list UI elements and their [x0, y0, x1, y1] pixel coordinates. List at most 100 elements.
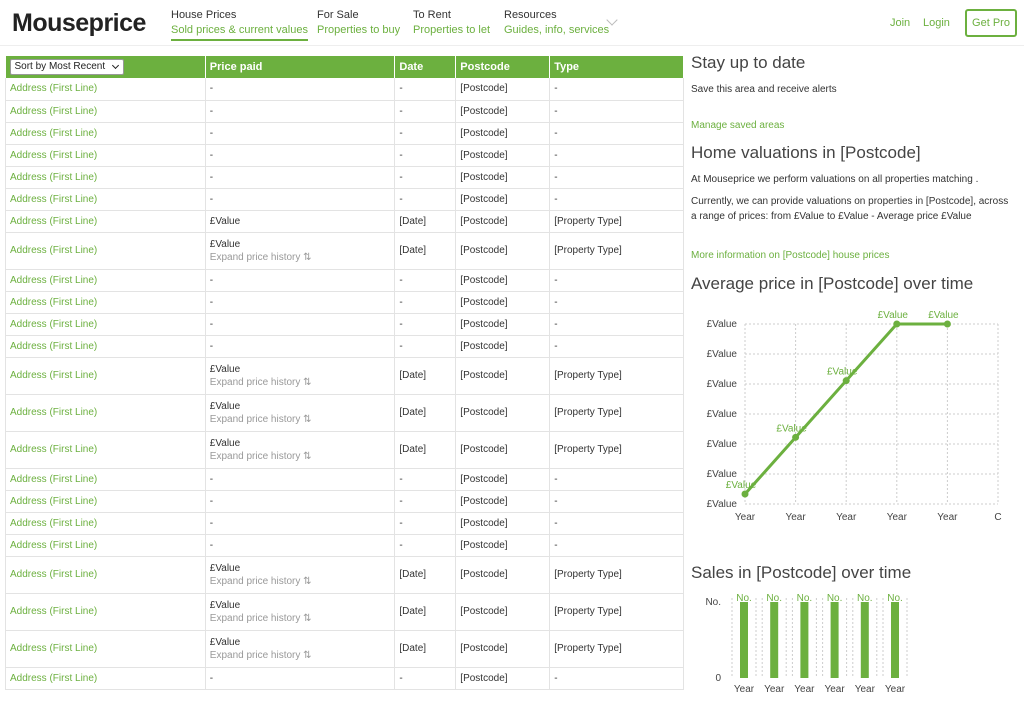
table-header-row: Sort by Most Recent Price paid Date Post… — [5, 56, 684, 78]
table-row[interactable]: Address (First Line) - - [Postcode] - — [5, 78, 684, 101]
address-link[interactable]: Address (First Line) — [10, 150, 97, 161]
expand-price-history-link[interactable]: Expand price history ⇅ — [210, 576, 391, 587]
table-row[interactable]: Address (First Line) - - [Postcode] - — [5, 512, 684, 535]
address-link[interactable]: Address (First Line) — [10, 444, 97, 455]
sort-select[interactable]: Sort by Most Recent — [9, 59, 124, 75]
address-link[interactable]: Address (First Line) — [10, 407, 97, 418]
address-link[interactable]: Address (First Line) — [10, 673, 97, 684]
address-link[interactable]: Address (First Line) — [10, 297, 97, 308]
address-link[interactable]: Address (First Line) — [10, 518, 97, 529]
address-link[interactable]: Address (First Line) — [10, 569, 97, 580]
price-cell: - — [205, 313, 396, 336]
expand-price-history-link[interactable]: Expand price history ⇅ — [210, 451, 391, 462]
price-value: £Value — [209, 437, 241, 449]
column-header-price[interactable]: Price paid — [205, 56, 396, 78]
address-link[interactable]: Address (First Line) — [10, 275, 97, 286]
expand-price-history-link[interactable]: Expand price history ⇅ — [210, 613, 391, 624]
y-tick-label: £Value — [707, 349, 738, 360]
table-row[interactable]: Address (First Line) - - [Postcode] - — [5, 100, 684, 123]
expand-price-history-link[interactable]: Expand price history ⇅ — [210, 650, 391, 661]
column-header-type[interactable]: Type — [549, 56, 684, 78]
date-cell: - — [394, 100, 457, 123]
expand-price-history-link[interactable]: Expand price history ⇅ — [210, 414, 391, 425]
address-cell: Address (First Line) — [5, 667, 206, 690]
price-cell: - — [205, 100, 396, 123]
address-link[interactable]: Address (First Line) — [10, 540, 97, 551]
data-point-label: £Value — [827, 367, 858, 378]
table-row[interactable]: Address (First Line) - - [Postcode] - — [5, 313, 684, 336]
join-link[interactable]: Join — [890, 17, 910, 29]
data-point-label: £Value — [928, 310, 959, 321]
table-row[interactable]: Address (First Line) - - [Postcode] - — [5, 188, 684, 211]
address-link[interactable]: Address (First Line) — [10, 319, 97, 330]
table-row[interactable]: Address (First Line) - - [Postcode] - — [5, 291, 684, 314]
y-tick-label: £Value — [707, 409, 738, 420]
table-row[interactable]: Address (First Line) - - [Postcode] - — [5, 667, 684, 690]
get-pro-button[interactable]: Get Pro — [965, 9, 1017, 37]
date-cell: [Date] — [394, 232, 457, 270]
address-link[interactable]: Address (First Line) — [10, 370, 97, 381]
price-value: £Value — [209, 636, 241, 648]
type-cell: - — [549, 78, 684, 101]
date-cell: - — [394, 166, 457, 189]
address-link[interactable]: Address (First Line) — [10, 172, 97, 183]
nav-resources[interactable]: Resources Guides, info, services — [504, 9, 609, 36]
address-link[interactable]: Address (First Line) — [10, 496, 97, 507]
type-cell: [Property Type] — [549, 210, 684, 233]
address-link[interactable]: Address (First Line) — [10, 106, 97, 117]
address-link[interactable]: Address (First Line) — [10, 474, 97, 485]
nav-for-sale-label: For Sale — [317, 9, 359, 21]
price-value: - — [209, 127, 214, 139]
nav-for-sale[interactable]: For Sale Properties to buy — [317, 9, 400, 36]
valuations-intro-text: At Mouseprice we perform valuations on a… — [691, 174, 979, 185]
table-row[interactable]: Address (First Line) - - [Postcode] - — [5, 122, 684, 145]
expand-price-history-label: Expand price history — [209, 251, 301, 263]
table-row[interactable]: Address (First Line) £Value [Date] [Postcod… — [5, 210, 684, 233]
date-cell: [Date] — [394, 357, 457, 395]
table-row[interactable]: Address (First Line) - - [Postcode] - — [5, 534, 684, 557]
expand-price-history-link[interactable]: Expand price history ⇅ — [210, 252, 391, 263]
table-row[interactable]: Address (First Line) £Value Expand price h… — [5, 431, 684, 469]
type-cell: - — [549, 122, 684, 145]
table-row[interactable]: Address (First Line) - - [Postcode] - — [5, 490, 684, 513]
type-cell: [Property Type] — [549, 394, 684, 432]
expand-price-history-link[interactable]: Expand price history ⇅ — [210, 377, 391, 388]
table-row[interactable]: Address (First Line) £Value Expand price h… — [5, 556, 684, 594]
nav-house-prices[interactable]: House Prices Sold prices & current value… — [171, 9, 308, 41]
table-row[interactable]: Address (First Line) £Value Expand price h… — [5, 593, 684, 631]
price-cell: £Value Expand price history ⇅ — [205, 232, 396, 270]
table-row[interactable]: Address (First Line) - - [Postcode] - — [5, 468, 684, 491]
address-link[interactable]: Address (First Line) — [10, 128, 97, 139]
address-link[interactable]: Address (First Line) — [10, 643, 97, 654]
address-link[interactable]: Address (First Line) — [10, 83, 97, 94]
address-link[interactable]: Address (First Line) — [10, 341, 97, 352]
login-link[interactable]: Login — [923, 17, 950, 29]
column-header-postcode[interactable]: Postcode — [455, 56, 551, 78]
table-row[interactable]: Address (First Line) £Value Expand price h… — [5, 357, 684, 395]
price-value: £Value — [209, 562, 241, 574]
address-cell: Address (First Line) — [5, 210, 206, 233]
type-cell: - — [549, 188, 684, 211]
mouseprice-logo[interactable]: Mouseprice — [12, 9, 146, 38]
address-link[interactable]: Address (First Line) — [10, 606, 97, 617]
x-tick-label: Year — [885, 684, 906, 695]
more-information-link[interactable]: More information on [Postcode] house pri… — [691, 250, 1011, 261]
address-link[interactable]: Address (First Line) — [10, 245, 97, 256]
date-cell: [Date] — [394, 431, 457, 469]
table-row[interactable]: Address (First Line) - - [Postcode] - — [5, 269, 684, 292]
address-cell: Address (First Line) — [5, 556, 206, 594]
table-row[interactable]: Address (First Line) - - [Postcode] - — [5, 166, 684, 189]
postcode-cell: [Postcode] — [455, 100, 551, 123]
table-row[interactable]: Address (First Line) £Value Expand price h… — [5, 232, 684, 270]
address-link[interactable]: Address (First Line) — [10, 194, 97, 205]
table-row[interactable]: Address (First Line) £Value Expand price h… — [5, 394, 684, 432]
address-link[interactable]: Address (First Line) — [10, 216, 97, 227]
column-header-date[interactable]: Date — [394, 56, 457, 78]
x-tick-label: C — [994, 512, 1001, 523]
table-row[interactable]: Address (First Line) £Value Expand price h… — [5, 630, 684, 668]
data-point — [893, 320, 901, 328]
table-row[interactable]: Address (First Line) - - [Postcode] - — [5, 144, 684, 167]
table-row[interactable]: Address (First Line) - - [Postcode] - — [5, 335, 684, 358]
nav-to-rent[interactable]: To Rent Properties to let — [413, 9, 490, 36]
manage-saved-areas-link[interactable]: Manage saved areas — [691, 120, 1011, 131]
